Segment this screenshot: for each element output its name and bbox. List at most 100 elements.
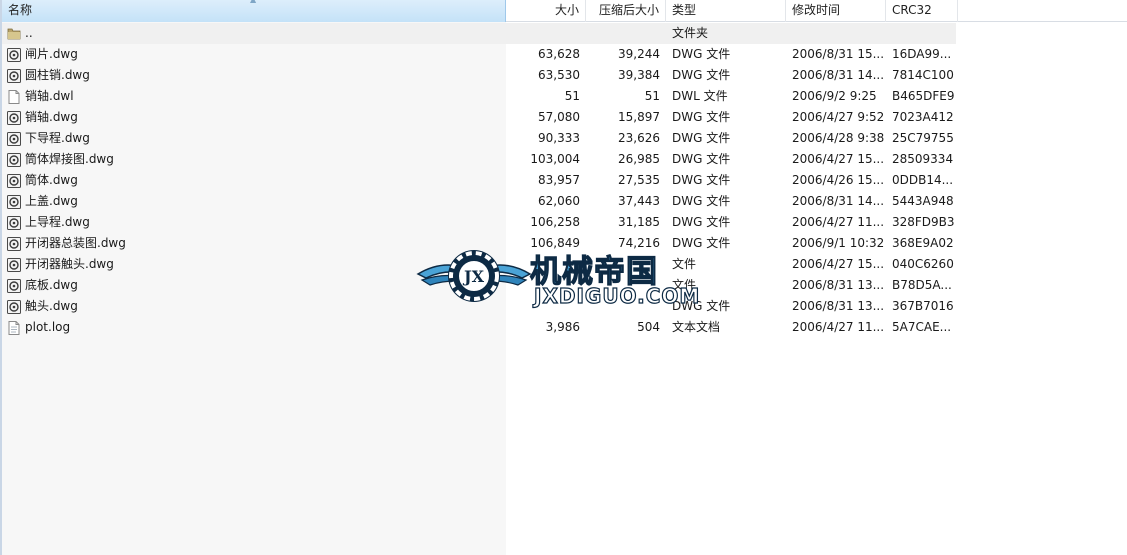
file-row[interactable]: 筒体.dwg 83,957 27,535 DWG 文件 2006/4/26 15... 0…	[2, 170, 956, 191]
file-name-cell: plot.log	[2, 317, 506, 338]
file-crc32-cell: B465DFE9	[892, 89, 955, 103]
file-crc32-cell: 7023A412	[892, 110, 954, 124]
file-crc32-cell: 5443A948	[892, 194, 954, 208]
dwg-file-icon	[7, 47, 21, 62]
file-name-label: 闸片.dwg	[25, 47, 78, 61]
file-packed-size-cell: 23,626	[618, 131, 660, 145]
dwg-file-icon	[7, 299, 21, 314]
file-type-cell: DWG 文件	[672, 299, 731, 313]
column-header-size[interactable]: 大小	[506, 0, 586, 22]
file-row[interactable]: 开闭器触头.dwg 文件 2006/4/27 15... 040C6260	[2, 254, 956, 275]
file-row[interactable]: 底板.dwg 文件 2006/8/31 13... B78D5A...	[2, 275, 956, 296]
file-size-cell: 62,060	[538, 194, 580, 208]
file-crc32-cell: 5A7CAE...	[892, 320, 952, 334]
file-crc32-cell: B78D5A...	[892, 278, 952, 292]
file-row[interactable]: plot.log 3,986 504 文本文档 2006/4/27 11... 5A7CA…	[2, 317, 956, 338]
file-name-cell: 下导程.dwg	[2, 128, 506, 149]
file-size-cell: 106,849	[530, 236, 580, 250]
file-packed-size-cell: 74,216	[618, 236, 660, 250]
file-name-cell: 圆柱销.dwg	[2, 65, 506, 86]
file-row[interactable]: 下导程.dwg 90,333 23,626 DWG 文件 2006/4/28 9:38 2…	[2, 128, 956, 149]
column-header-bar: 名称 ▲ 大小 压缩后大小 类型 修改时间 CRC32	[2, 0, 1127, 22]
file-modified-time-cell: 2006/8/31 13...	[792, 299, 885, 313]
dwg-file-icon	[7, 215, 21, 230]
file-packed-size-cell: 504	[637, 320, 660, 334]
file-name-cell: ..	[2, 23, 506, 44]
folder-icon	[7, 28, 21, 39]
file-size-cell: 90,333	[538, 131, 580, 145]
blank-file-icon	[8, 89, 20, 104]
file-type-cell: DWG 文件	[672, 110, 731, 124]
file-size-cell: 63,530	[538, 68, 580, 82]
file-name-cell: 触头.dwg	[2, 296, 506, 317]
file-crc32-cell: 16DA99...	[892, 47, 952, 61]
file-row[interactable]: 筒体焊接图.dwg 103,004 26,985 DWG 文件 2006/4/27 15…	[2, 149, 956, 170]
file-row[interactable]: 开闭器总装图.dwg 106,849 74,216 DWG 文件 2006/9/1 10…	[2, 233, 956, 254]
file-type-cell: DWG 文件	[672, 236, 731, 250]
file-type-cell: 文本文档	[672, 320, 721, 334]
file-crc32-cell: 0DDB14...	[892, 173, 954, 187]
column-header-type[interactable]: 类型	[666, 0, 786, 22]
file-name-label: 筒体.dwg	[25, 173, 78, 187]
file-size-cell: 83,957	[538, 173, 580, 187]
file-modified-time-cell: 2006/4/28 9:38	[792, 131, 885, 145]
file-name-label: 底板.dwg	[25, 278, 78, 292]
file-name-label: 开闭器触头.dwg	[25, 257, 114, 271]
file-modified-time-cell: 2006/9/2 9:25	[792, 89, 877, 103]
file-name-label: 开闭器总装图.dwg	[25, 236, 126, 250]
column-header-name[interactable]: 名称 ▲	[2, 0, 506, 22]
file-row[interactable]: 销轴.dwl 51 51 DWL 文件 2006/9/2 9:25 B465DFE9	[2, 86, 956, 107]
file-name-label: 筒体焊接图.dwg	[25, 152, 114, 166]
file-crc32-cell: 368E9A02	[892, 236, 954, 250]
file-row[interactable]: 圆柱销.dwg 63,530 39,384 DWG 文件 2006/8/31 14...…	[2, 65, 956, 86]
file-name-label: 销轴.dwl	[25, 89, 74, 103]
file-packed-size-cell: 39,384	[618, 68, 660, 82]
file-modified-time-cell: 2006/4/27 11...	[792, 320, 885, 334]
file-name-label: 上导程.dwg	[25, 215, 90, 229]
dwg-file-icon	[7, 173, 21, 188]
column-header-modified-time[interactable]: 修改时间	[786, 0, 886, 22]
file-name-label: plot.log	[25, 320, 71, 334]
file-packed-size-cell	[586, 275, 666, 296]
file-type-cell: DWG 文件	[672, 68, 731, 82]
file-modified-time-cell: 2006/8/31 14...	[792, 68, 885, 82]
file-name-label: 触头.dwg	[25, 299, 78, 313]
text-file-icon	[8, 320, 20, 335]
file-modified-time-cell: 2006/9/1 10:32	[792, 236, 885, 250]
file-crc32-cell: 328FD9B3	[892, 215, 955, 229]
file-packed-size-cell	[586, 254, 666, 275]
sort-ascending-icon: ▲	[250, 0, 260, 4]
file-size-cell	[506, 275, 586, 296]
file-row[interactable]: 上导程.dwg 106,258 31,185 DWG 文件 2006/4/27 11..…	[2, 212, 956, 233]
file-packed-size-cell	[586, 296, 666, 317]
file-type-cell: DWL 文件	[672, 89, 728, 103]
file-row[interactable]: 触头.dwg DWG 文件 2006/8/31 13... 367B7016	[2, 296, 956, 317]
file-packed-size-cell: 27,535	[618, 173, 660, 187]
file-row[interactable]: 闸片.dwg 63,628 39,244 DWG 文件 2006/8/31 15... 1…	[2, 44, 956, 65]
file-size-cell: 3,986	[545, 320, 580, 334]
file-type-cell: DWG 文件	[672, 215, 731, 229]
dwg-file-icon	[7, 194, 21, 209]
file-modified-time-cell: 2006/4/27 15...	[792, 152, 885, 166]
dwg-file-icon	[7, 278, 21, 293]
file-packed-size-cell: 39,244	[618, 47, 660, 61]
file-packed-size-cell: 37,443	[618, 194, 660, 208]
file-modified-time-cell: 2006/4/27 9:52	[792, 110, 885, 124]
dwg-file-icon	[7, 68, 21, 83]
file-type-cell: DWG 文件	[672, 194, 731, 208]
file-modified-time-cell: 2006/8/31 15...	[792, 47, 885, 61]
file-crc32-cell: 25C79755	[892, 131, 954, 145]
column-header-crc32[interactable]: CRC32	[886, 0, 958, 22]
file-type-cell: DWG 文件	[672, 173, 731, 187]
parent-folder-row[interactable]: .. 文件夹	[2, 23, 956, 44]
file-row[interactable]: 销轴.dwg 57,080 15,897 DWG 文件 2006/4/27 9:52 70…	[2, 107, 956, 128]
file-name-label: 下导程.dwg	[25, 131, 90, 145]
file-row[interactable]: 上盖.dwg 62,060 37,443 DWG 文件 2006/8/31 14... 5…	[2, 191, 956, 212]
file-size-cell	[506, 254, 586, 275]
column-header-packed-size[interactable]: 压缩后大小	[586, 0, 666, 22]
file-size-cell: 63,628	[538, 47, 580, 61]
file-name-label: 销轴.dwg	[25, 110, 78, 124]
file-type-cell: DWG 文件	[672, 47, 731, 61]
file-name-cell: 上导程.dwg	[2, 212, 506, 233]
file-modified-time-cell: 2006/4/27 15...	[792, 257, 885, 271]
